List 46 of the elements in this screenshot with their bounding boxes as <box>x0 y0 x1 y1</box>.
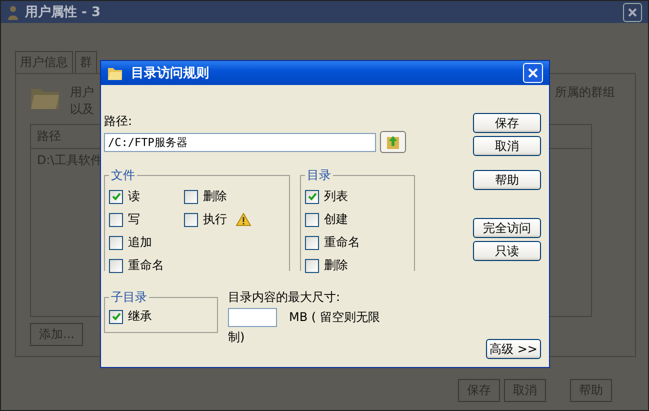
group-title: 目录 <box>306 167 332 184</box>
max-size-label: 目录内容的最大尺寸: <box>228 289 342 306</box>
dialog-title: 目录访问规则 <box>131 64 209 82</box>
advanced-button[interactable]: 高级 >> <box>486 339 541 359</box>
checkbox[interactable] <box>109 258 123 272</box>
checkbox-label: 重命名 <box>128 257 164 274</box>
close-button[interactable] <box>623 2 642 22</box>
dialog-button[interactable]: 帮助 <box>473 170 541 190</box>
checkbox[interactable] <box>305 236 319 250</box>
warning-icon <box>236 213 251 226</box>
folder-icon <box>107 65 123 81</box>
checkbox[interactable] <box>109 212 123 226</box>
checkbox-label: 列表 <box>324 188 348 205</box>
dialog-button[interactable]: 保存 <box>473 113 541 133</box>
checkbox[interactable] <box>109 236 123 250</box>
dialog-button[interactable]: 只读 <box>473 241 541 261</box>
max-size-hint: MB ( 留空则无限 <box>289 309 380 326</box>
dialog-button[interactable]: 完全访问 <box>473 218 541 238</box>
max-size-hint: 制) <box>228 329 246 346</box>
checkbox[interactable] <box>109 190 123 204</box>
browse-button[interactable] <box>380 131 406 153</box>
checkbox-label: 追加 <box>128 234 152 251</box>
checkbox-label: 继承 <box>128 308 152 325</box>
group-title: 子目录 <box>110 289 148 306</box>
checkbox[interactable] <box>305 190 319 204</box>
checkbox-label: 删除 <box>324 257 348 274</box>
checkbox[interactable] <box>184 212 198 226</box>
checkbox[interactable] <box>305 258 319 272</box>
checkbox[interactable] <box>109 310 123 324</box>
path-field[interactable]: /C:/FTP服务器 <box>104 132 376 152</box>
checkbox[interactable] <box>184 190 198 204</box>
checkbox-label: 读 <box>128 188 140 205</box>
checkbox-label: 重命名 <box>324 234 360 251</box>
dialog-button[interactable]: 取消 <box>473 136 541 156</box>
window-title: 用户属性 - 3 <box>25 4 100 21</box>
user-icon <box>7 4 19 20</box>
close-icon <box>528 68 538 78</box>
checkbox-label: 删除 <box>203 188 227 205</box>
checkbox-label: 执行 <box>203 211 227 228</box>
max-size-field[interactable] <box>228 308 277 327</box>
close-icon <box>628 8 637 16</box>
checkbox-label: 写 <box>128 211 140 228</box>
group-title: 文件 <box>110 167 136 184</box>
checkbox-label: 创建 <box>324 211 348 228</box>
checkbox[interactable] <box>305 212 319 226</box>
folder-up-icon <box>385 134 401 150</box>
